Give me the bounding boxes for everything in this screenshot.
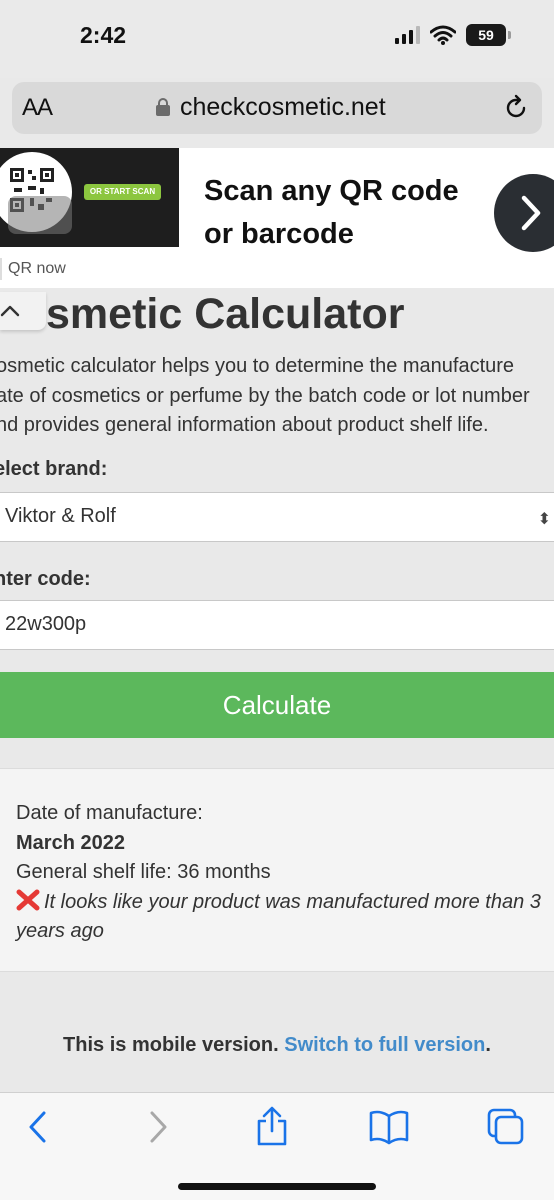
text-size-button[interactable]: AA [22, 94, 53, 122]
url-text[interactable]: checkcosmetic.net [180, 93, 386, 122]
warning-row: It looks like your product was manufactu… [16, 888, 554, 947]
status-icons: 59 [395, 24, 511, 46]
ad-scan-pill: OR START SCAN [84, 184, 161, 200]
code-label: nter code: [0, 568, 91, 590]
brand-label: elect brand: [0, 458, 108, 480]
ad-headline[interactable]: Scan any QR code or barcode [204, 170, 494, 256]
ad-image[interactable]: OR START SCAN [0, 148, 179, 247]
result-panel: Date of manufacture: March 2022 General … [0, 768, 554, 972]
page-title: smetic Calculator [46, 290, 405, 338]
ad-next-button[interactable] [494, 174, 554, 252]
status-time: 2:42 [80, 22, 127, 48]
wifi-icon [430, 25, 456, 45]
switch-full-version-link[interactable]: Switch to full version [284, 1034, 485, 1056]
status-bar: 2:42 59 [0, 0, 554, 78]
chevron-right-icon [521, 195, 541, 231]
ad-caption[interactable]: QR now [8, 260, 66, 278]
warning-text: It looks like your product was manufactu… [16, 890, 541, 943]
address-bar[interactable]: AA checkcosmetic.net [12, 82, 542, 134]
share-icon[interactable] [254, 1105, 290, 1147]
signal-icon [395, 26, 420, 44]
cross-mark-icon [16, 889, 40, 910]
forward-icon[interactable] [144, 1107, 172, 1147]
back-icon[interactable] [24, 1107, 52, 1147]
select-arrows-icon: ⬍ [537, 511, 551, 528]
chevron-up-icon [0, 305, 20, 317]
code-input[interactable]: 22w300p [0, 600, 554, 650]
date-value: March 2022 [16, 831, 125, 854]
lock-icon [156, 98, 170, 116]
calculate-button[interactable]: Calculate [0, 672, 554, 738]
mobile-notice: This is mobile version. [63, 1034, 279, 1056]
intro-text: osmetic calculator helps you to determin… [0, 355, 530, 436]
footer-notice: This is mobile version. Switch to full v… [0, 1034, 554, 1057]
bookmarks-icon[interactable] [368, 1109, 410, 1145]
collapse-ad-button[interactable] [0, 292, 46, 330]
date-label: Date of manufacture: [16, 802, 203, 824]
home-indicator[interactable] [178, 1183, 376, 1190]
brand-select[interactable]: Viktor & Rolf ⬍ [0, 492, 554, 542]
brand-select-value: Viktor & Rolf [5, 505, 116, 527]
battery-icon: 59 [466, 24, 511, 46]
shelf-life: General shelf life: 36 months [16, 861, 271, 883]
reload-icon[interactable] [502, 94, 530, 122]
tabs-icon[interactable] [486, 1107, 526, 1147]
battery-level: 59 [478, 27, 494, 43]
footer-period: . [485, 1034, 491, 1056]
code-input-value: 22w300p [5, 613, 87, 635]
ad-banner[interactable]: OR START SCAN Scan any QR code or barcod… [0, 148, 554, 288]
